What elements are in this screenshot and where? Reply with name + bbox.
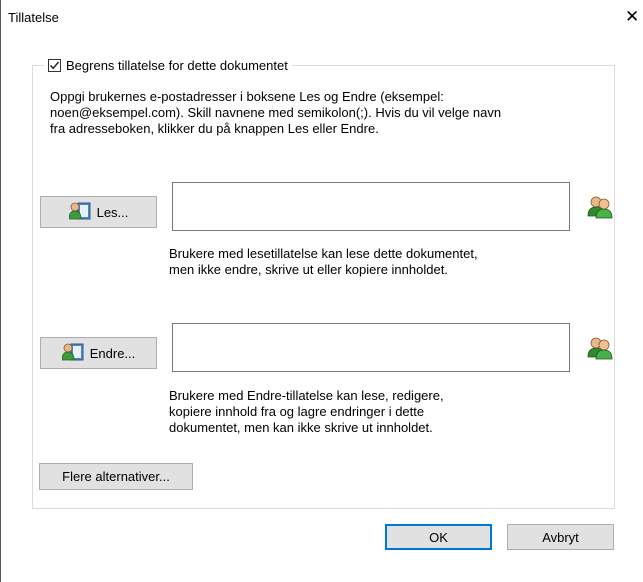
change-description: Brukere med Endre-tillatelse kan lese, r… bbox=[169, 388, 444, 436]
change-description-line: dokumentet, men kan ikke skrive ut innho… bbox=[169, 420, 433, 435]
instructions-line: noen@eksempel.com). Skill navnene med se… bbox=[50, 105, 502, 120]
close-button[interactable]: ✕ bbox=[625, 7, 639, 27]
change-button[interactable]: Endre... bbox=[40, 337, 157, 369]
restrict-permission-checkbox[interactable] bbox=[48, 58, 61, 72]
change-description-line: Brukere med Endre-tillatelse kan lese, r… bbox=[169, 388, 444, 403]
read-recipients-input[interactable] bbox=[172, 182, 570, 231]
address-book-icon bbox=[68, 201, 91, 224]
restrict-permission-option[interactable]: Begrens tillatelse for dette dokumentet bbox=[44, 55, 292, 75]
restrict-permission-label: Begrens tillatelse for dette dokumentet bbox=[66, 57, 288, 73]
cancel-button[interactable]: Avbryt bbox=[507, 524, 614, 550]
change-recipients-input[interactable] bbox=[172, 323, 570, 372]
change-button-label: Endre... bbox=[89, 345, 136, 361]
checkmark-icon bbox=[49, 61, 60, 69]
read-description-line: men ikke endre, skrive ut eller kopiere … bbox=[169, 262, 448, 277]
change-user-lookup-icon[interactable] bbox=[587, 335, 613, 361]
instructions-line: fra adresseboken, klikker du på knappen … bbox=[50, 121, 379, 136]
address-book-icon bbox=[61, 342, 84, 365]
window-title: Tillatelse bbox=[8, 10, 59, 25]
read-button-label: Les... bbox=[96, 204, 129, 220]
read-button[interactable]: Les... bbox=[40, 196, 157, 228]
read-description: Brukere med lesetillatelse kan lese dett… bbox=[169, 246, 478, 278]
more-options-button[interactable]: Flere alternativer... bbox=[39, 463, 193, 490]
read-description-line: Brukere med lesetillatelse kan lese dett… bbox=[169, 246, 478, 261]
window-left-border bbox=[0, 0, 1, 582]
instructions-text: Oppgi brukernes e-postadresser i boksene… bbox=[50, 89, 580, 137]
ok-button[interactable]: OK bbox=[385, 524, 492, 550]
instructions-line: Oppgi brukernes e-postadresser i boksene… bbox=[50, 89, 444, 104]
change-description-line: kopiere innhold fra og lagre endringer i… bbox=[169, 404, 425, 419]
read-user-lookup-icon[interactable] bbox=[587, 194, 613, 220]
